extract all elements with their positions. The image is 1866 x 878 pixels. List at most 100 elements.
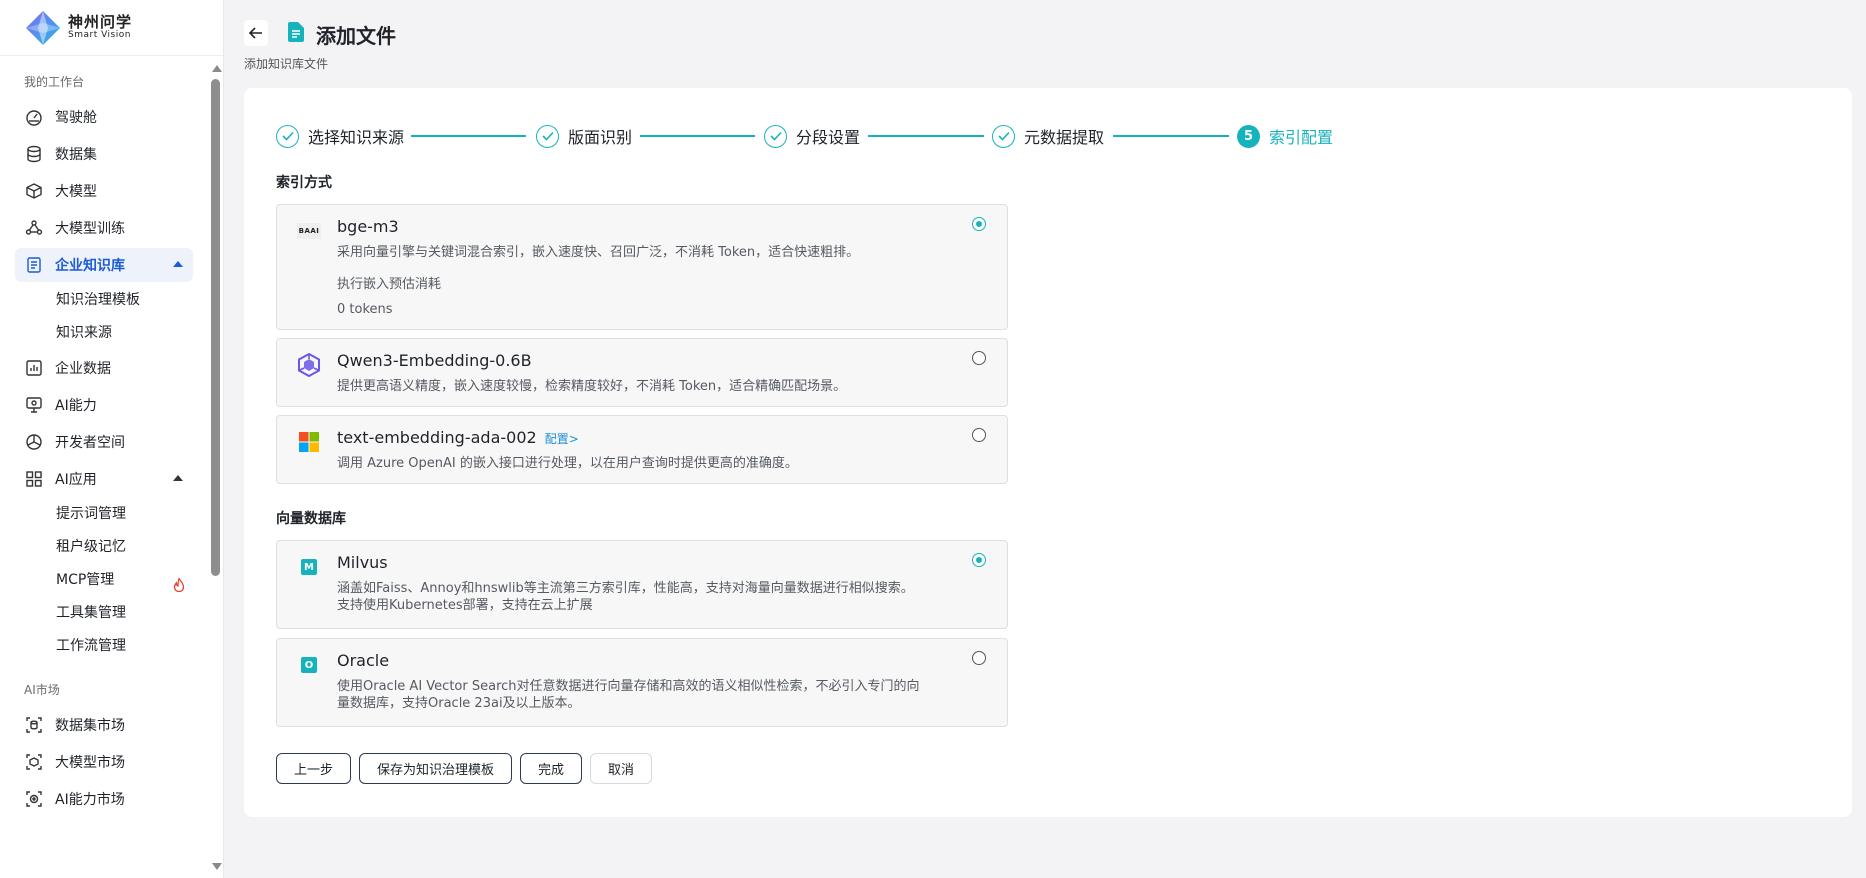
- index-option-qwen3-embedding[interactable]: Qwen3-Embedding-0.6B 提供更高语义精度，嵌入速度较慢，检索精…: [276, 338, 1008, 407]
- sidebar-item-datasets[interactable]: 数据集: [15, 137, 193, 171]
- radio-qwen3-embedding[interactable]: [972, 351, 986, 365]
- radio-text-embedding-ada[interactable]: [972, 428, 986, 442]
- option-description: 提供更高语义精度，嵌入速度较慢，检索精度较好，不消耗 Token，适合精确匹配场…: [337, 379, 847, 394]
- option-name: text-embedding-ada-002 配置>: [337, 428, 579, 447]
- finish-button[interactable]: 完成: [520, 753, 583, 784]
- option-name: Milvus: [337, 553, 388, 572]
- option-name-text: text-embedding-ada-002: [337, 428, 537, 447]
- page-subtitle: 添加知识库文件: [244, 57, 329, 71]
- option-name: Oracle: [337, 651, 390, 670]
- option-description-line: 使用Oracle AI Vector Search对任意数据进行向量存储和高效的…: [337, 679, 920, 694]
- scrollbar-thumb[interactable]: [211, 79, 220, 576]
- database-icon: [25, 145, 43, 163]
- sidebar-item-large-models[interactable]: 大模型: [15, 174, 193, 208]
- oracle-logo-icon: O: [297, 653, 321, 677]
- sidebar-item-model-market[interactable]: 大模型市场: [15, 745, 193, 779]
- sidebar-item-ai-apps[interactable]: AI应用: [15, 462, 193, 496]
- sidebar-subitem-workflow-management[interactable]: 工作流管理: [0, 631, 193, 661]
- radio-bge-m3[interactable]: [972, 217, 986, 231]
- developer-icon: [25, 433, 43, 451]
- nav-section-market: AI市场: [24, 683, 60, 697]
- index-option-text-embedding-ada[interactable]: text-embedding-ada-002 配置> 调用 Azure OpenA…: [276, 415, 1008, 484]
- check-icon: [992, 124, 1015, 148]
- previous-step-button[interactable]: 上一步: [276, 753, 352, 784]
- option-description: 涵盖如Faiss、Annoy和hnswlib等主流第三方索引库，性能高，支持对海…: [337, 580, 914, 614]
- sidebar-subitem-knowledge-template[interactable]: 知识治理模板: [0, 285, 193, 315]
- vector-option-milvus[interactable]: M Milvus 涵盖如Faiss、Annoy和hnswlib等主流第三方索引库…: [276, 540, 1008, 629]
- scroll-up-arrow-icon[interactable]: [212, 65, 222, 72]
- nav-section-workspace: 我的工作台: [24, 75, 85, 89]
- sidebar-item-label: 企业数据: [55, 361, 111, 377]
- chevron-up-icon[interactable]: [173, 261, 183, 267]
- step-layout-recognition[interactable]: 版面识别: [536, 123, 632, 149]
- sidebar-item-enterprise-data[interactable]: 企业数据: [15, 351, 193, 385]
- sidebar-item-label: 数据集: [55, 147, 97, 163]
- sidebar-scrollbar[interactable]: [208, 57, 224, 878]
- microsoft-logo-icon: [297, 430, 321, 454]
- option-description: 采用向量引擎与关键词混合索引，嵌入速度快、召回广泛，不消耗 Token，适合快速…: [337, 245, 860, 260]
- stepper: 选择知识来源 版面识别 分段设置 元数据提取 5 索引配置: [276, 123, 1356, 149]
- main-card: 选择知识来源 版面识别 分段设置 元数据提取 5 索引配置 索引方式 BAAI …: [244, 88, 1852, 817]
- embedding-estimate-label: 执行嵌入预估消耗: [337, 277, 442, 292]
- sidebar-subitem-knowledge-source[interactable]: 知识来源: [0, 318, 193, 348]
- sidebar-item-label: 驾驶舱: [55, 110, 97, 126]
- sidebar-item-label: 企业知识库: [55, 258, 125, 274]
- chevron-up-icon[interactable]: [173, 475, 183, 481]
- bar-chart-icon: [25, 359, 43, 377]
- sidebar-subitem-label: MCP管理: [56, 572, 115, 588]
- index-option-bge-m3[interactable]: BAAI bge-m3 采用向量引擎与关键词混合索引，嵌入速度快、召回广泛，不消…: [276, 204, 1008, 330]
- sidebar-subitem-prompt-management[interactable]: 提示词管理: [0, 499, 193, 529]
- sidebar-item-model-training[interactable]: 大模型训练: [15, 211, 193, 245]
- sidebar-subitem-toolset-management[interactable]: 工具集管理: [0, 598, 193, 628]
- vector-db-title: 向量数据库: [276, 511, 346, 527]
- step-connector: [868, 135, 984, 137]
- option-description-line: 量数据库，支持Oracle 23ai及以上版本。: [337, 696, 581, 711]
- milvus-logo-icon: M: [297, 555, 321, 579]
- cancel-button[interactable]: 取消: [590, 753, 653, 784]
- sidebar-item-label: AI能力市场: [55, 792, 125, 808]
- step-connector: [1113, 135, 1229, 137]
- brand[interactable]: 神州问学 Smart Vision: [0, 0, 223, 56]
- option-name: Qwen3-Embedding-0.6B: [337, 351, 532, 370]
- step-connector: [640, 135, 755, 137]
- option-name: bge-m3: [337, 217, 399, 236]
- step-label: 索引配置: [1269, 128, 1334, 147]
- sidebar: 神州问学 Smart Vision 我的工作台 驾驶舱 数据集 大模型 大模型训…: [0, 0, 224, 878]
- sidebar-subitem-tenant-memory[interactable]: 租户级记忆: [0, 532, 193, 562]
- sidebar-item-ai-market[interactable]: AI能力市场: [15, 782, 193, 816]
- cube-icon: [25, 182, 43, 200]
- baai-logo-icon: BAAI: [296, 219, 322, 243]
- step-label: 元数据提取: [1024, 128, 1105, 147]
- document-icon: [288, 22, 304, 42]
- check-icon: [764, 124, 787, 148]
- page-title: 添加文件: [316, 24, 396, 48]
- sidebar-item-label: 大模型市场: [55, 755, 125, 771]
- sidebar-item-dataset-market[interactable]: 数据集市场: [15, 708, 193, 742]
- step-select-source[interactable]: 选择知识来源: [276, 123, 404, 149]
- save-as-template-button[interactable]: 保存为知识治理模板: [359, 753, 513, 784]
- radio-milvus[interactable]: [972, 553, 986, 567]
- step-index-config[interactable]: 5 索引配置: [1237, 123, 1333, 149]
- sidebar-item-enterprise-knowledge[interactable]: 企业知识库: [15, 248, 193, 282]
- sidebar-item-ai-capability[interactable]: AI能力: [15, 388, 193, 422]
- sidebar-item-developer-space[interactable]: 开发者空间: [15, 425, 193, 459]
- monitor-icon: [25, 396, 43, 414]
- radio-oracle[interactable]: [972, 651, 986, 665]
- vector-option-oracle[interactable]: O Oracle 使用Oracle AI Vector Search对任意数据进…: [276, 638, 1008, 727]
- step-metadata-extraction[interactable]: 元数据提取: [992, 123, 1104, 149]
- sidebar-item-label: 大模型训练: [55, 221, 125, 237]
- sidebar-item-label: AI能力: [55, 398, 97, 414]
- check-icon: [276, 124, 299, 148]
- sidebar-subitem-mcp-management[interactable]: MCP管理: [0, 565, 193, 595]
- sidebar-item-label: AI应用: [55, 472, 97, 488]
- configure-link[interactable]: 配置>: [545, 432, 579, 446]
- step-connector: [411, 135, 526, 137]
- check-icon: [536, 124, 559, 148]
- option-description: 使用Oracle AI Vector Search对任意数据进行向量存储和高效的…: [337, 678, 920, 712]
- dataset-market-icon: [25, 716, 43, 734]
- knowledge-icon: [25, 256, 43, 274]
- sidebar-item-cockpit[interactable]: 驾驶舱: [15, 100, 193, 134]
- step-segment-settings[interactable]: 分段设置: [764, 123, 860, 149]
- scroll-down-arrow-icon[interactable]: [212, 863, 222, 870]
- back-button[interactable]: [244, 20, 268, 46]
